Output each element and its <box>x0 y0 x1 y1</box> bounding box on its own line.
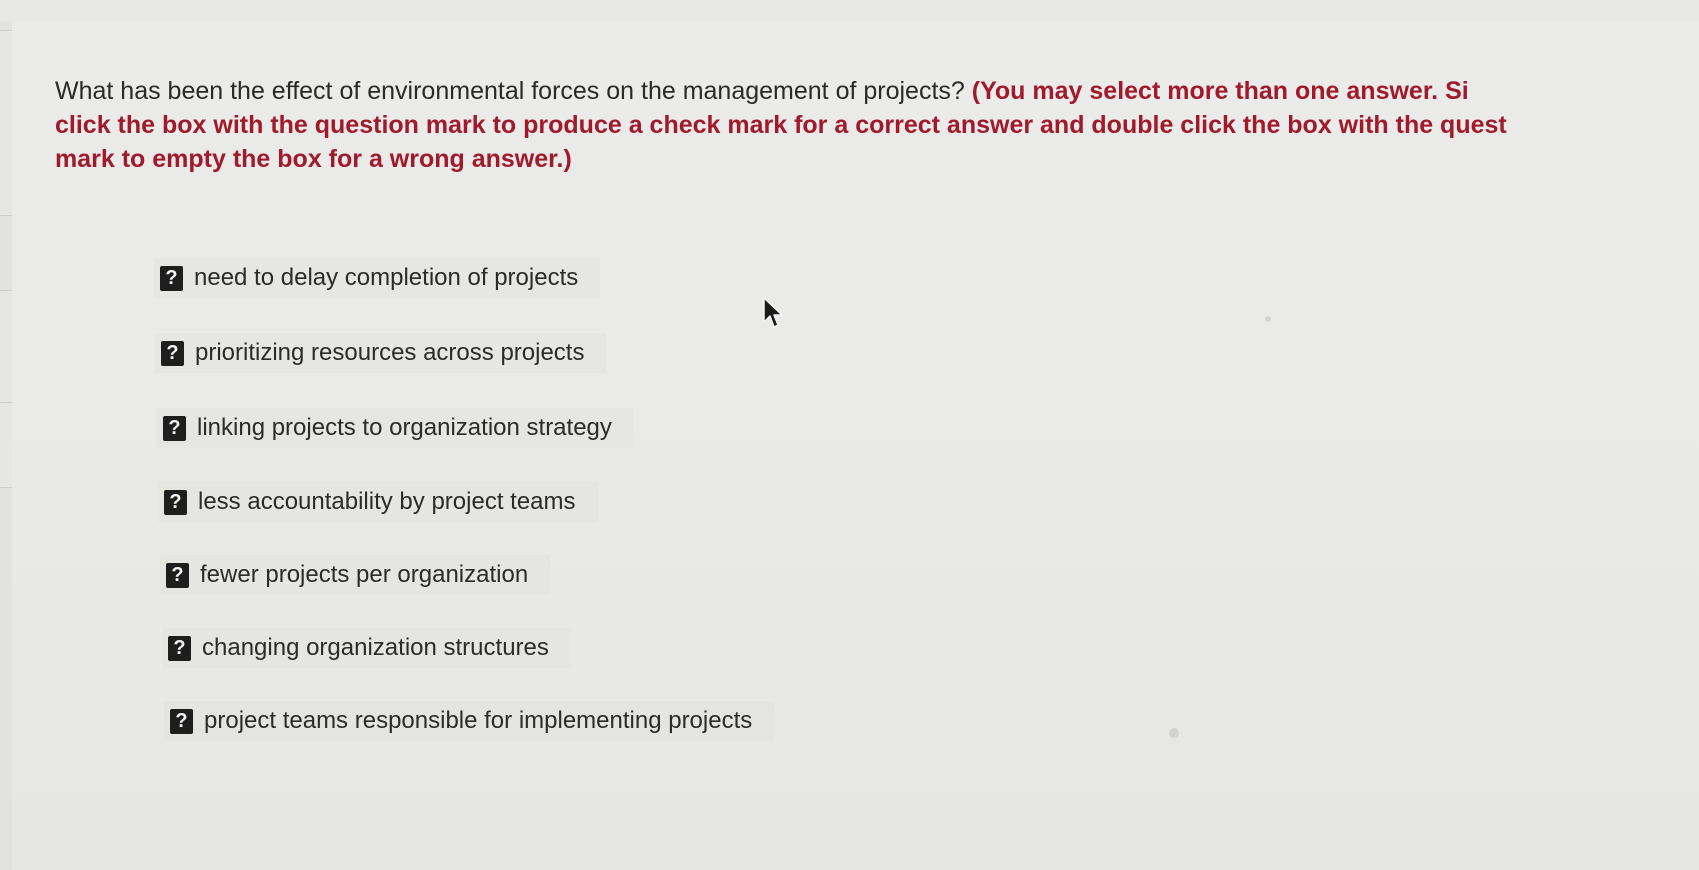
question-mark-box-icon[interactable]: ? <box>168 635 191 661</box>
question-mark-box-icon[interactable]: ? <box>170 708 193 734</box>
option-label: linking projects to organization strateg… <box>197 414 612 441</box>
option-label: need to delay completion of projects <box>194 264 579 291</box>
answer-option[interactable]: ? fewer projects per organization <box>160 555 551 595</box>
answer-option[interactable]: ? project teams responsible for implemen… <box>164 701 775 741</box>
question-line-1: What has been the effect of environmenta… <box>55 74 1699 108</box>
question-prompt: What has been the effect of environmenta… <box>55 77 965 105</box>
answer-option[interactable]: ? changing organization structures <box>162 628 571 668</box>
question-mark-box-icon[interactable]: ? <box>166 562 189 588</box>
option-label: project teams responsible for implementi… <box>204 707 753 734</box>
question-mark-box-icon[interactable]: ? <box>163 415 186 441</box>
screen-smudge <box>1169 728 1179 738</box>
answer-option[interactable]: ? prioritizing resources across projects <box>155 333 607 373</box>
answer-option[interactable]: ? linking projects to organization strat… <box>157 408 634 448</box>
browser-top-edge <box>0 0 1699 23</box>
mouse-pointer-icon <box>763 297 783 328</box>
instruction-line-3: mark to empty the box for a wrong answer… <box>55 145 572 173</box>
screen-smudge <box>1265 316 1271 322</box>
instruction-line-2: click the box with the question mark to … <box>55 111 1507 139</box>
question-mark-box-icon[interactable]: ? <box>160 265 183 291</box>
instruction-text: (You may select more than one answer. Si <box>971 77 1469 105</box>
answer-option[interactable]: ? less accountability by project teams <box>158 482 598 522</box>
question-mark-box-icon[interactable]: ? <box>164 489 187 515</box>
option-label: fewer projects per organization <box>200 561 529 588</box>
question-mark-box-icon[interactable]: ? <box>161 340 184 366</box>
option-label: less accountability by project teams <box>198 488 576 515</box>
option-label: prioritizing resources across projects <box>195 339 585 366</box>
option-label: changing organization structures <box>202 634 549 661</box>
answer-option[interactable]: ? need to delay completion of projects <box>154 258 601 298</box>
question-text: What has been the effect of environmenta… <box>55 74 1699 176</box>
